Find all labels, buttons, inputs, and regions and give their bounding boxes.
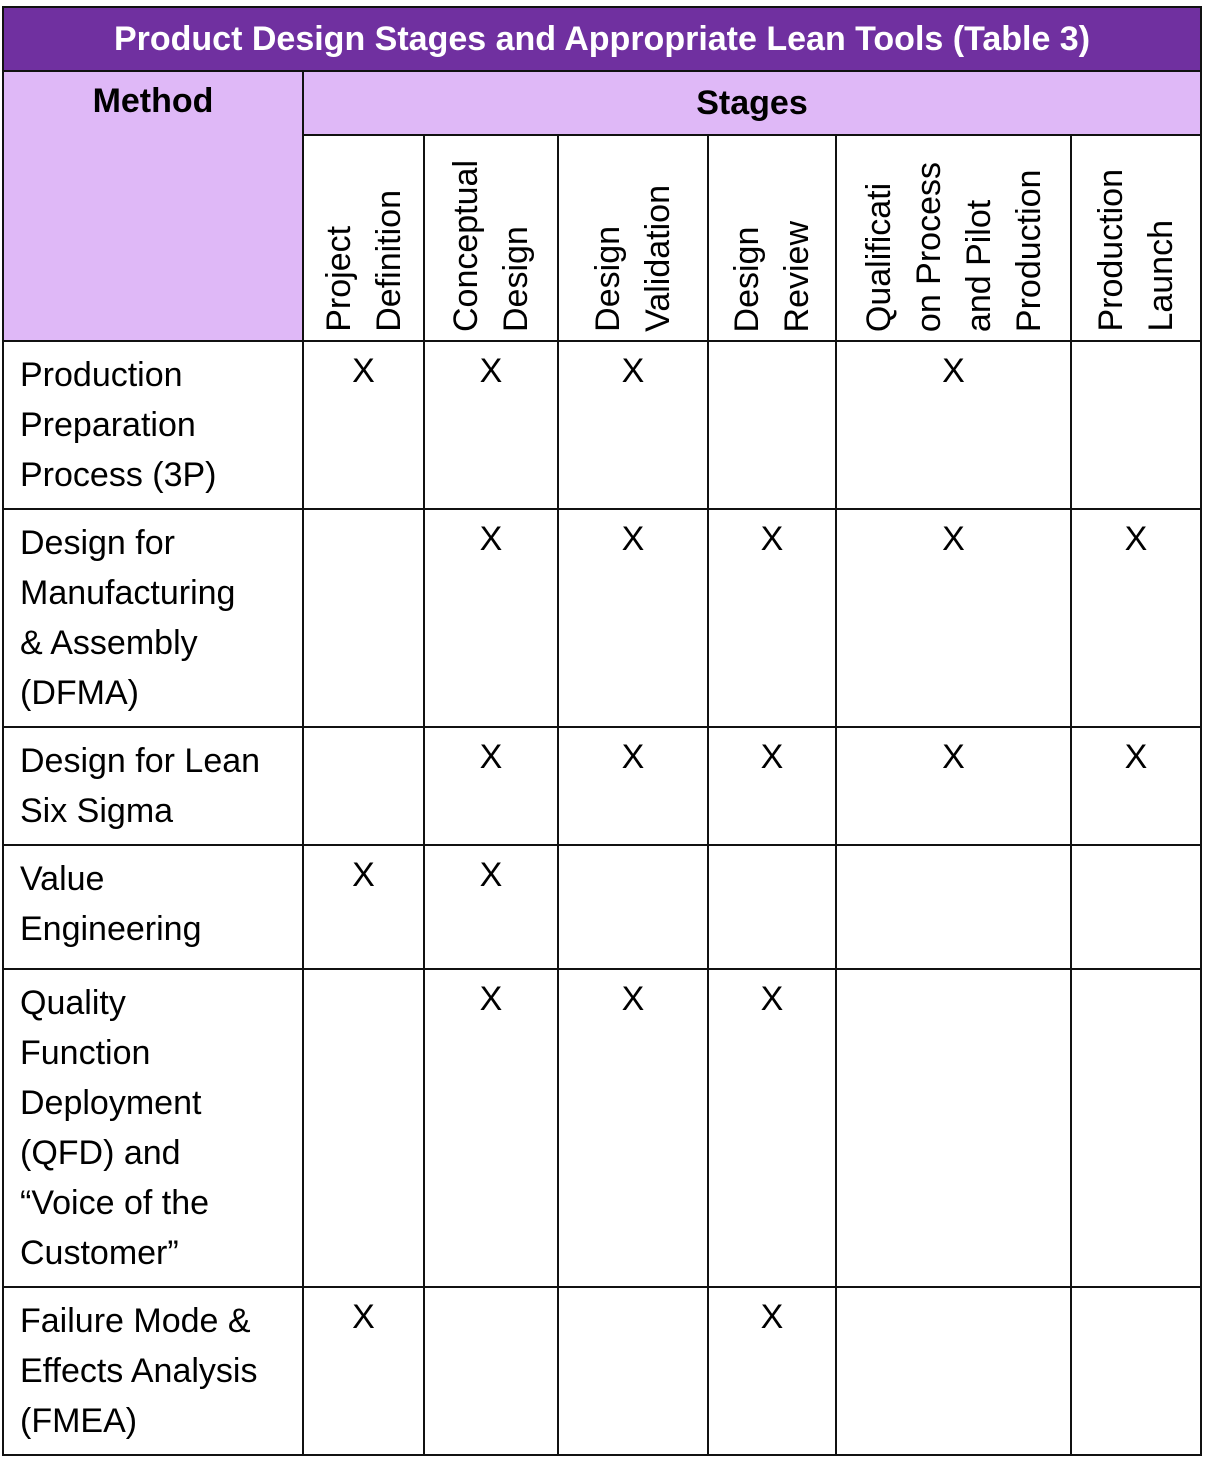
stage-mark-cell: X — [707, 508, 837, 728]
stage-mark-cell — [557, 844, 709, 970]
stage-mark-cell — [1070, 968, 1202, 1288]
method-cell: Failure Mode & Effects Analysis (FMEA) — [2, 1286, 304, 1456]
stage-mark-cell: X — [707, 1286, 837, 1456]
table-row: Quality Function Deployment (QFD) and “V… — [2, 968, 1202, 1288]
stage-mark-cell — [835, 844, 1072, 970]
table-row: Design for Manufacturing & Assembly (DFM… — [2, 508, 1202, 728]
stage-header-0: Project Definition — [302, 134, 425, 342]
stage-mark-cell — [302, 508, 425, 728]
method-cell: Design for Manufacturing & Assembly (DFM… — [2, 508, 304, 728]
stage-mark-cell: X — [557, 340, 709, 510]
stage-mark-cell: X — [302, 844, 425, 970]
stage-label: Design Review — [728, 220, 816, 332]
method-cell: Value Engineering — [2, 844, 304, 970]
stage-mark-cell: X — [302, 340, 425, 510]
lean-tools-table: Product Design Stages and Appropriate Le… — [2, 6, 1202, 1456]
stage-mark-cell: X — [423, 968, 559, 1288]
stage-mark-cell: X — [1070, 508, 1202, 728]
stage-mark-cell: X — [423, 726, 559, 846]
stage-mark-cell: X — [557, 726, 709, 846]
stage-mark-cell: X — [423, 844, 559, 970]
stage-label: Conceptual Design — [447, 159, 535, 332]
stage-mark-cell: X — [302, 1286, 425, 1456]
stage-mark-cell — [302, 726, 425, 846]
stage-mark-cell: X — [707, 968, 837, 1288]
stage-mark-cell: X — [423, 508, 559, 728]
stage-mark-cell — [1070, 1286, 1202, 1456]
stage-mark-cell — [557, 1286, 709, 1456]
stage-mark-cell — [835, 1286, 1072, 1456]
stage-label: Design Validation — [589, 185, 677, 332]
stage-mark-cell: X — [835, 508, 1072, 728]
stage-mark-cell — [835, 968, 1072, 1288]
stage-mark-cell: X — [835, 726, 1072, 846]
stage-header-5: Production Launch — [1070, 134, 1202, 342]
stage-mark-cell — [302, 968, 425, 1288]
stage-mark-cell: X — [557, 968, 709, 1288]
table-row: Design for Lean Six Sigma X X X X X — [2, 726, 1202, 846]
stages-header: Stages — [302, 70, 1202, 136]
stage-mark-cell: X — [1070, 726, 1202, 846]
stage-mark-cell: X — [557, 508, 709, 728]
method-cell: Design for Lean Six Sigma — [2, 726, 304, 846]
stage-header-1: Conceptual Design — [423, 134, 559, 342]
stage-mark-cell — [1070, 844, 1202, 970]
table-row: Failure Mode & Effects Analysis (FMEA) X X — [2, 1286, 1202, 1456]
stage-label: Production Launch — [1092, 169, 1180, 332]
stage-mark-cell — [1070, 340, 1202, 510]
stage-mark-cell: X — [835, 340, 1072, 510]
stage-mark-cell — [707, 340, 837, 510]
table-row: Value Engineering X X — [2, 844, 1202, 970]
stage-label: Qualificati on Process and Pilot Product… — [859, 161, 1048, 332]
stage-mark-cell — [423, 1286, 559, 1456]
stage-label: Project Definition — [319, 190, 408, 332]
table-row: Production Preparation Process (3P) X X X X — [2, 340, 1202, 510]
stage-mark-cell: X — [707, 726, 837, 846]
method-cell: Quality Function Deployment (QFD) and “V… — [2, 968, 304, 1288]
stage-header-3: Design Review — [707, 134, 837, 342]
stage-mark-cell — [707, 844, 837, 970]
method-cell: Production Preparation Process (3P) — [2, 340, 304, 510]
table-title: Product Design Stages and Appropriate Le… — [2, 6, 1202, 72]
stage-header-4: Qualificati on Process and Pilot Product… — [835, 134, 1072, 342]
stage-mark-cell: X — [423, 340, 559, 510]
method-header: Method — [2, 70, 304, 342]
stage-header-2: Design Validation — [557, 134, 709, 342]
